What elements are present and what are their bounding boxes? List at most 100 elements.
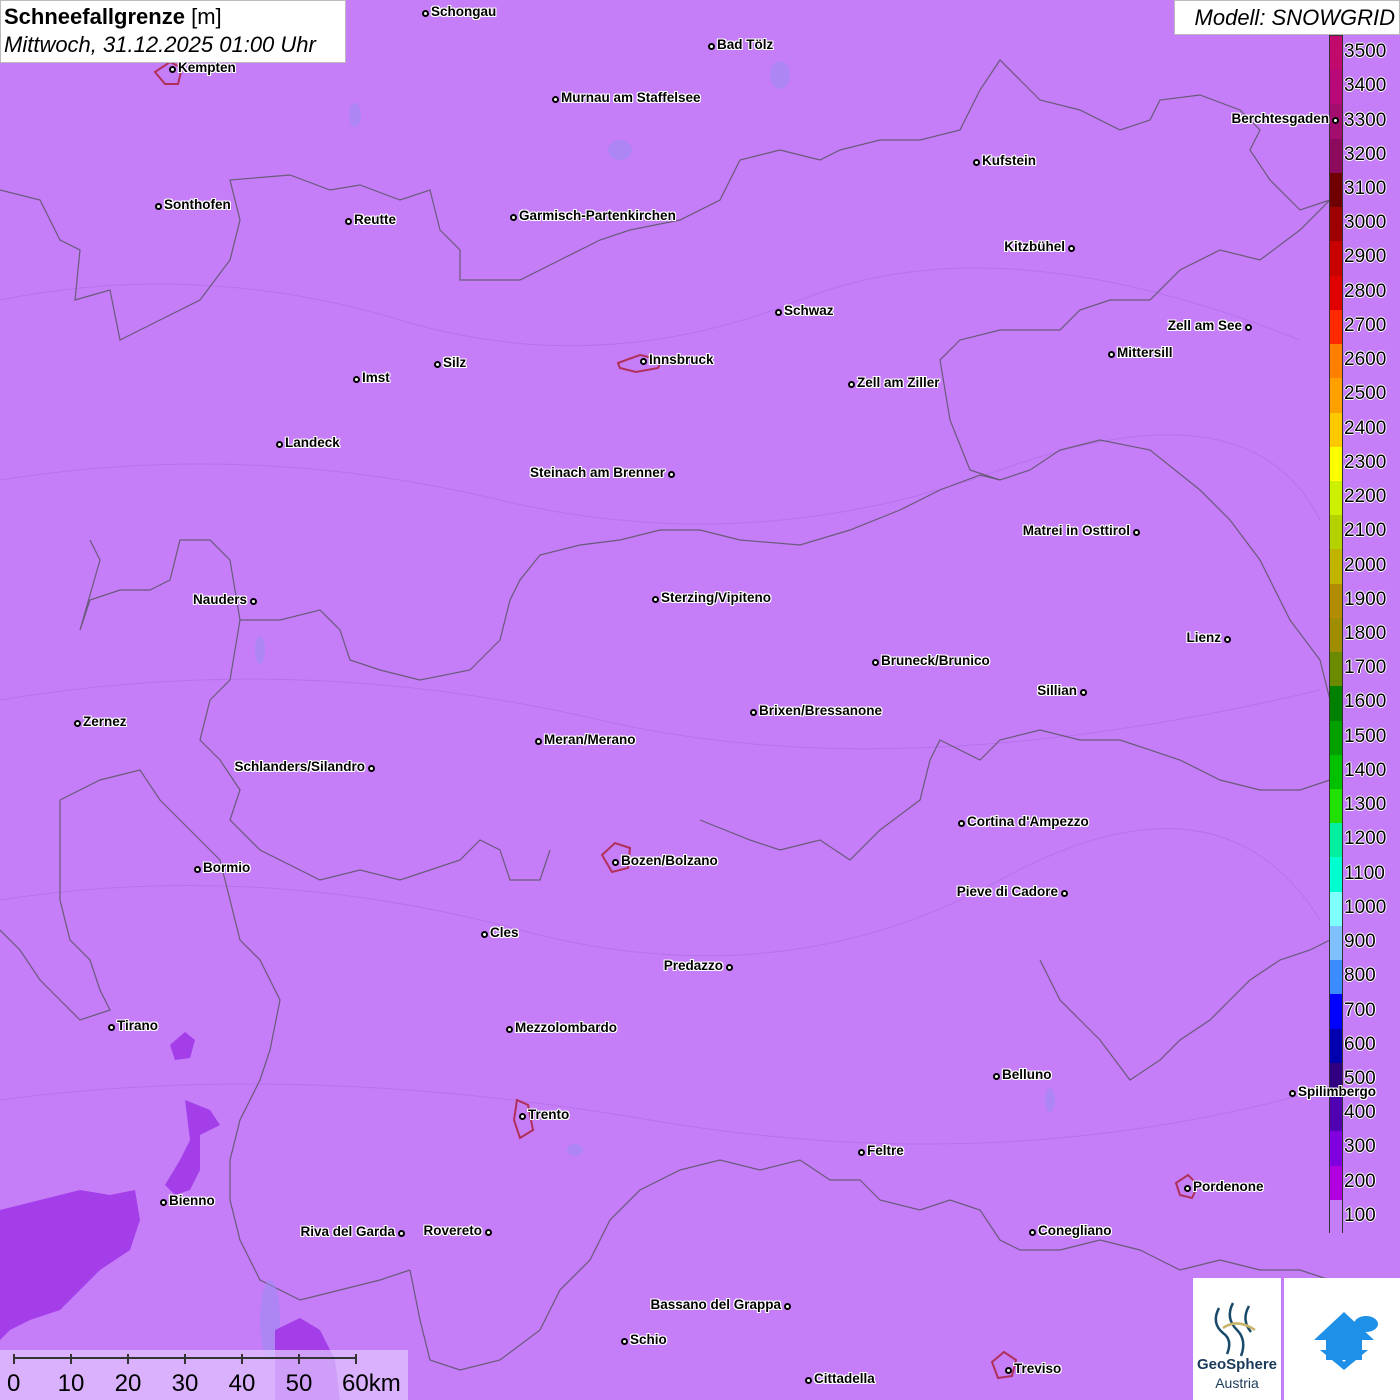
model-label: Modell: SNOWGRID [1174,0,1400,35]
legend-label: 1900 [1344,588,1387,610]
city-label: Silz [443,355,467,370]
city-marker [774,308,782,316]
legend-color-step [1330,583,1342,619]
city-marker [667,470,675,478]
city-label: Zernez [83,714,127,729]
legend-label: 1800 [1344,623,1387,644]
legend-color-step [1330,891,1342,927]
legend-label: 2400 [1344,417,1387,439]
city-label: Tirano [117,1018,159,1033]
legend-label: 600 [1344,1033,1376,1055]
city-marker [1028,1228,1036,1236]
legend-color-step [1330,549,1342,585]
city-marker [249,597,257,605]
legend-label: 3300 [1344,109,1387,131]
legend-label: 2100 [1344,520,1387,542]
geosphere-logo-text: GeoSphere [1196,1356,1278,1373]
geosphere-logo-subtext: Austria [1215,1375,1259,1391]
legend-color-step [1330,994,1342,1030]
city-marker [725,963,733,971]
legend-color-step [1330,789,1342,824]
city-label: Trento [528,1107,570,1122]
city-marker [421,9,429,17]
city-label: Imst [362,370,390,385]
city-marker [847,380,855,388]
city-marker [107,1023,115,1031]
city-label: Mezzolombardo [515,1020,618,1035]
city-marker [505,1025,513,1033]
legend-label: 2000 [1344,554,1387,576]
city-marker [639,357,647,365]
city-marker [154,202,162,210]
city-label: Riva del Garda [300,1224,395,1239]
city-label: Bassano del Grappa [650,1297,781,1312]
legend-label: 1300 [1344,794,1387,816]
city-label: Kitzbühel [1004,239,1065,254]
scale-tick-label: 10 [57,1370,85,1397]
legend-color-step [1330,172,1342,208]
legend-color-step [1330,960,1342,995]
city-marker [972,158,980,166]
city-marker [651,595,659,603]
city-label: Berchtesgaden [1231,111,1329,126]
legend-color-step [1330,1199,1342,1235]
city-marker [1079,688,1087,696]
legend-color-step [1330,1165,1342,1201]
weather-app-logo [1284,1278,1400,1400]
legend-label: 2900 [1344,246,1387,268]
city-label: Matrei in Osttirol [1022,523,1130,538]
city-label: Bienno [169,1193,215,1208]
city-marker [992,1072,1000,1080]
legend-label: 2700 [1344,314,1387,336]
city-label: Garmisch-Partenkirchen [519,208,676,223]
city-marker [344,217,352,225]
city-marker [1107,350,1115,358]
legend-color-step [1330,1097,1342,1132]
color-legend-bar [1329,35,1343,1235]
legend-color-step [1330,925,1342,961]
legend-color-step [1330,652,1342,687]
city-label: Cittadella [814,1371,875,1386]
city-label: Landeck [285,435,340,450]
city-marker [1183,1184,1191,1192]
legend-color-step [1330,309,1342,345]
city-label: Rovereto [423,1223,482,1238]
city-marker [749,708,757,716]
legend-color-step [1330,754,1342,790]
city-marker [1060,889,1068,897]
city-marker [534,737,542,745]
legend-color-step [1330,617,1342,653]
city-label: Lienz [1186,630,1221,645]
legend-color-step [1330,480,1342,516]
city-label: Sterzing/Vipiteno [661,590,772,605]
city-marker [193,865,201,873]
legend-label: 200 [1344,1170,1376,1192]
legend-color-step [1330,275,1342,311]
city-label: Predazzo [663,958,723,973]
legend-label: 1000 [1344,896,1387,918]
map-title: Schneefallgrenze [m] [4,3,342,31]
city-marker [1223,635,1231,643]
legend-color-step [1330,138,1342,174]
city-label: Sillian [1037,683,1077,698]
legend-color-step [1330,686,1342,722]
legend-color-step [1330,446,1342,482]
city-marker [611,858,619,866]
city-marker [480,930,488,938]
legend-color-step [1330,412,1342,448]
city-marker [509,213,517,221]
city-marker [168,65,176,73]
parameter-name: Schneefallgrenze [4,4,185,29]
legend-label: 800 [1344,965,1376,987]
legend-color-step [1330,720,1342,756]
legend-label: 2300 [1344,451,1387,473]
legend-label: 2200 [1344,486,1387,508]
city-marker [871,658,879,666]
legend-label: 700 [1344,999,1376,1021]
legend-label: 2600 [1344,349,1387,371]
legend-color-step [1330,823,1342,858]
legend-label: 2500 [1344,383,1387,405]
legend-label: 3500 [1344,41,1387,63]
legend-label: 300 [1344,1136,1376,1158]
city-label: Innsbruck [649,352,714,367]
